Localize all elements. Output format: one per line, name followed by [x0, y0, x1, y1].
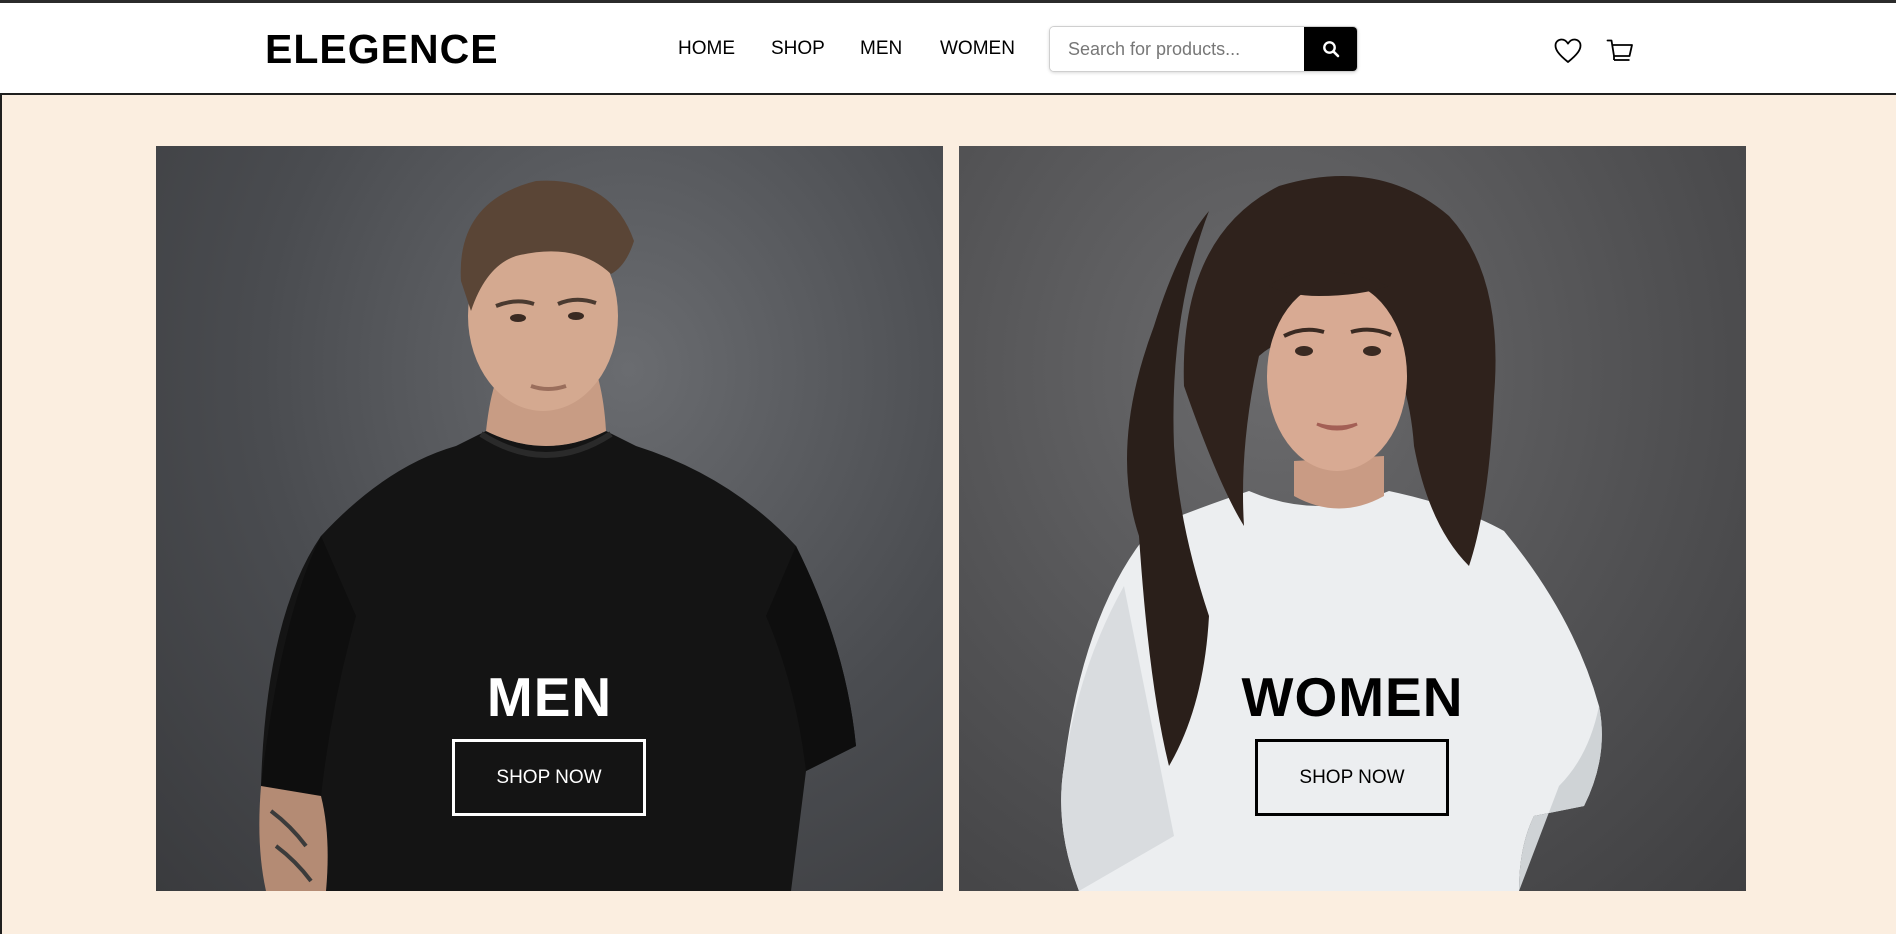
search-bar [1049, 26, 1358, 72]
women-card-title: WOMEN [1241, 666, 1464, 728]
cart-button[interactable] [1605, 36, 1635, 66]
men-card-title: MEN [486, 666, 613, 728]
women-shop-now-button[interactable]: SHOP NOW [1255, 739, 1449, 816]
search-button[interactable] [1304, 27, 1357, 71]
nav-link-women[interactable]: WOMEN [940, 37, 1015, 61]
site-header: ELEGENCE HOME SHOP MEN WOMEN [0, 3, 1896, 95]
men-category-card[interactable]: MEN SHOP NOW [156, 146, 943, 891]
cart-icon [1606, 39, 1633, 61]
heart-icon [1554, 38, 1582, 63]
search-input[interactable] [1050, 27, 1305, 71]
women-category-card[interactable]: WOMEN SHOP NOW [959, 146, 1746, 891]
men-shop-now-button[interactable]: SHOP NOW [452, 739, 646, 816]
nav-link-shop[interactable]: SHOP [771, 37, 825, 61]
nav-link-home[interactable]: HOME [678, 37, 735, 61]
brand-logo[interactable]: ELEGENCE [265, 25, 499, 73]
wishlist-button[interactable] [1553, 36, 1583, 66]
nav-link-men[interactable]: MEN [860, 37, 902, 61]
category-hero: MEN SHOP NOW WOMEN SHOP NOW [0, 95, 1896, 934]
search-icon [1322, 41, 1339, 58]
